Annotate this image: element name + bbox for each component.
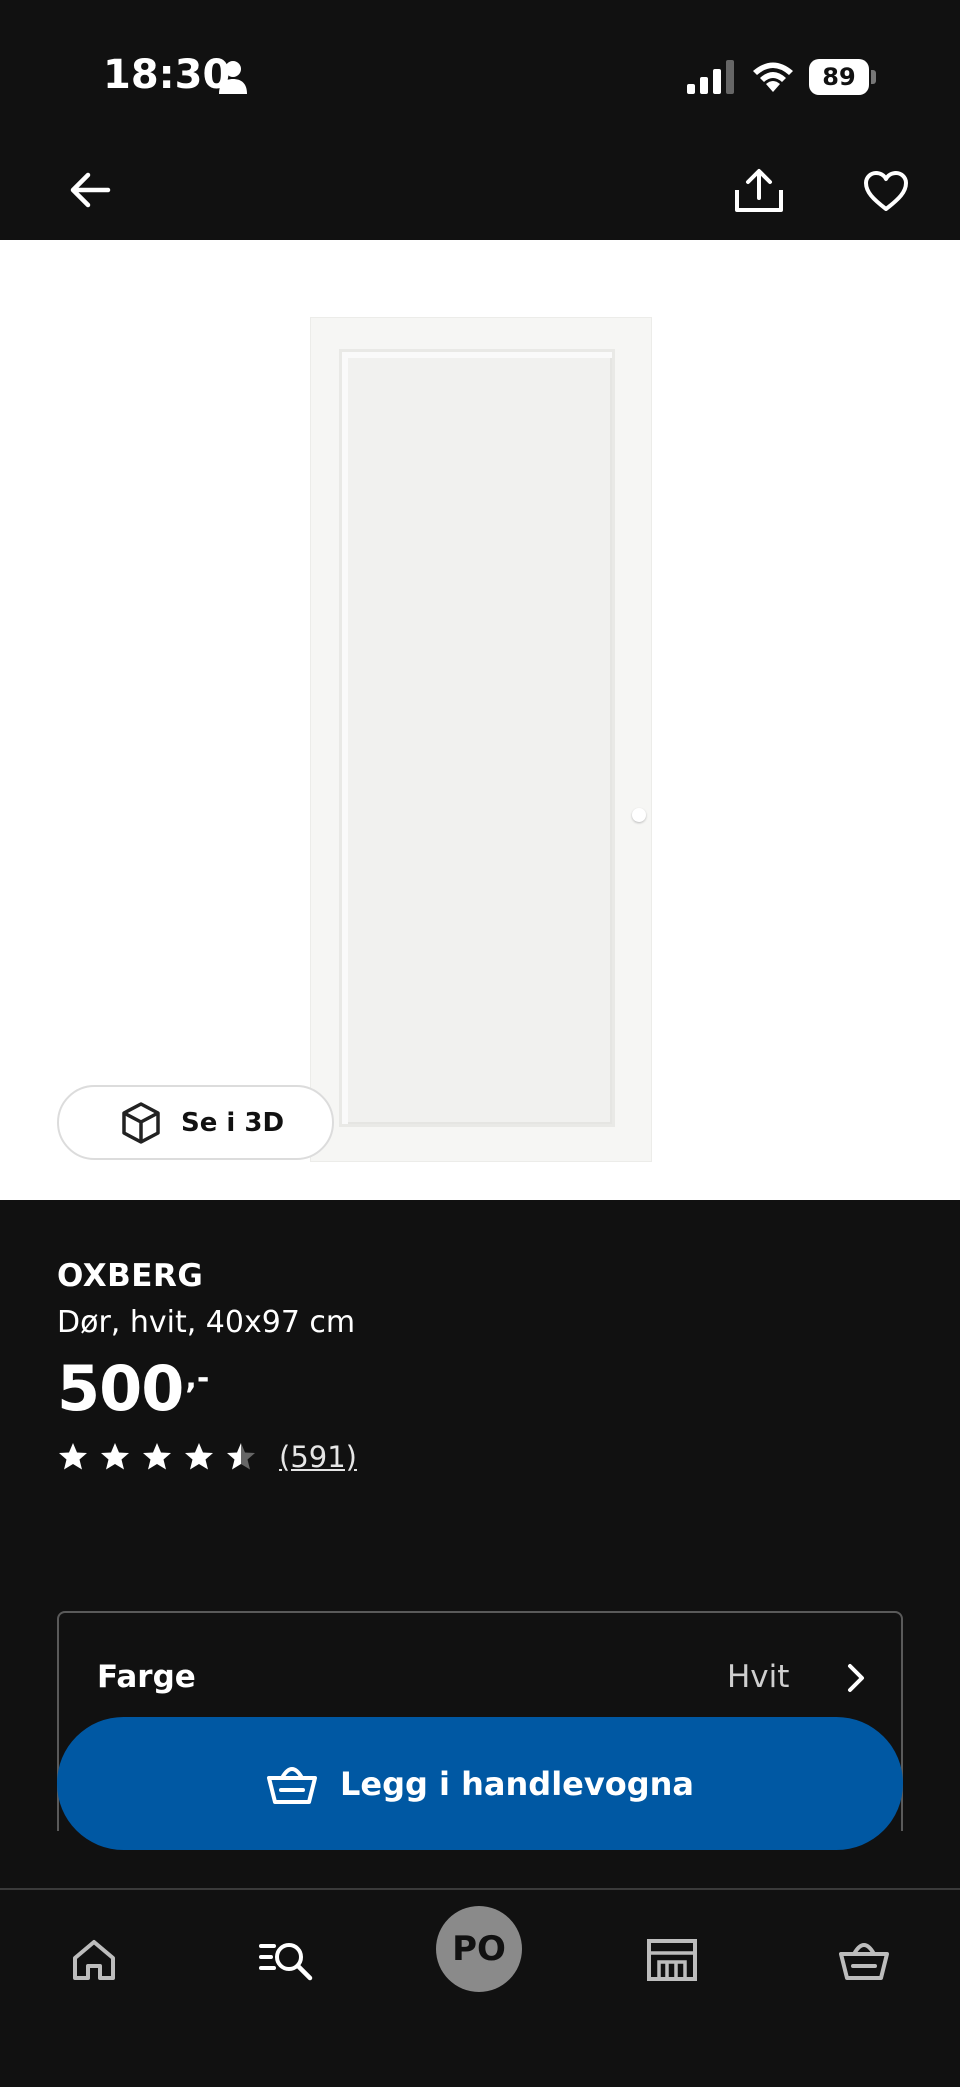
half-star-icon [227,1443,255,1470]
heart-icon [864,171,908,211]
rating[interactable]: (591) [57,1437,357,1477]
add-to-cart-label: Legg i handlevogna [339,1764,694,1803]
store-icon [647,1939,697,1981]
search-icon [259,1943,313,1981]
see-in-3d-label: Se i 3D [181,1107,285,1138]
status-time: 18:30 [103,52,231,98]
option-label: Farge [97,1659,196,1695]
price-amount: 500 [57,1352,184,1425]
product-image[interactable]: Se i 3D [0,240,960,1200]
chevron-right-icon [848,1664,864,1692]
signal-icon [687,60,734,94]
person-icon [219,61,247,94]
battery-level: 89 [809,59,869,95]
price-suffix: ,- [185,1361,210,1396]
back-arrow-icon [70,172,111,208]
home-icon [73,1940,115,1980]
option-value: Hvit [727,1659,790,1695]
top-navigation-bar [0,150,960,240]
star-icon [59,1443,87,1470]
nav-cart[interactable] [834,1930,894,1990]
add-to-cart-button[interactable]: Legg i handlevogna [57,1717,903,1850]
star-icon [143,1443,171,1470]
wifi-icon [753,62,793,92]
star-icon [185,1443,213,1470]
back-button[interactable] [60,160,120,220]
battery-cap [871,70,876,84]
product-description: Dør, hvit, 40x97 cm [57,1305,356,1340]
product-name: OXBERG [57,1258,204,1294]
avatar[interactable]: PO [436,1906,522,1992]
cart-icon [266,1766,317,1804]
battery-icon: 89 [809,59,876,95]
see-in-3d-button[interactable]: Se i 3D [57,1085,334,1160]
bottom-navigation: PO [0,1888,960,2087]
share-button[interactable] [728,160,790,222]
cart-icon [839,1943,889,1980]
cube-icon [122,1101,160,1144]
star-icon [101,1443,129,1470]
review-count-link[interactable]: (591) [279,1440,357,1474]
door-panel [339,349,615,1127]
nav-search[interactable] [256,1930,316,1990]
status-bar: 18:30 89 [0,0,960,150]
nav-store[interactable] [642,1930,702,1990]
favorite-button[interactable] [855,160,917,222]
share-icon [735,169,783,212]
product-price: 500,- [57,1352,209,1425]
nav-home[interactable] [64,1930,124,1990]
door-knob [632,808,646,822]
door-illustration [310,317,652,1162]
